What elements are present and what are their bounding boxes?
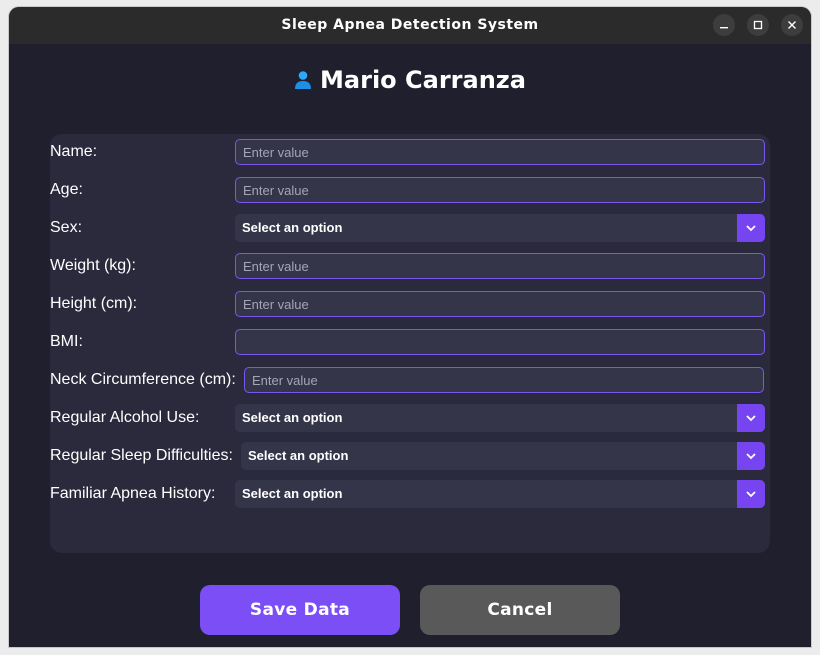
alcohol-use-label: Regular Alcohol Use:: [50, 409, 200, 426]
age-label: Age:: [50, 181, 83, 198]
title-bar[interactable]: Sleep Apnea Detection System: [9, 7, 811, 44]
maximize-icon: [753, 20, 763, 30]
sex-select-value: Select an option: [242, 220, 343, 235]
sleep-difficulties-select-arrow[interactable]: [737, 442, 765, 470]
apnea-history-select-value: Select an option: [242, 486, 343, 501]
sleep-difficulties-label: Regular Sleep Difficulties:: [50, 447, 233, 464]
bmi-label: BMI:: [50, 333, 83, 350]
chevron-down-icon: [746, 453, 756, 460]
sex-select[interactable]: Select an option: [235, 214, 765, 242]
close-icon: [788, 21, 796, 29]
app-window: Sleep Apnea Detection System Mario Carra…: [9, 7, 811, 647]
cancel-button[interactable]: Cancel: [420, 585, 620, 635]
maximize-button[interactable]: [747, 14, 769, 36]
profile-header: Mario Carranza: [9, 65, 811, 95]
alcohol-use-select[interactable]: Select an option: [235, 404, 765, 432]
chevron-down-icon: [746, 225, 756, 232]
name-label: Name:: [50, 143, 98, 160]
user-name: Mario Carranza: [320, 66, 526, 94]
apnea-history-select-arrow[interactable]: [737, 480, 765, 508]
minimize-button[interactable]: [713, 14, 735, 36]
alcohol-use-select-arrow[interactable]: [737, 404, 765, 432]
sleep-difficulties-select-value: Select an option: [248, 448, 349, 463]
height-field[interactable]: [235, 291, 765, 317]
save-data-button[interactable]: Save Data: [200, 585, 400, 635]
weight-label: Weight (kg):: [50, 257, 136, 274]
weight-field[interactable]: [235, 253, 765, 279]
chevron-down-icon: [746, 491, 756, 498]
sleep-difficulties-select[interactable]: Select an option: [241, 442, 765, 470]
apnea-history-label: Familiar Apnea History:: [50, 485, 216, 502]
user-icon: [295, 71, 312, 89]
sex-label: Sex:: [50, 219, 83, 236]
sex-select-arrow[interactable]: [737, 214, 765, 242]
neck-circumference-label: Neck Circumference (cm):: [50, 371, 236, 388]
name-field[interactable]: [235, 139, 765, 165]
apnea-history-select[interactable]: Select an option: [235, 480, 765, 508]
window-title: Sleep Apnea Detection System: [281, 17, 539, 33]
close-button[interactable]: [781, 14, 803, 36]
age-field[interactable]: [235, 177, 765, 203]
bmi-field[interactable]: [235, 329, 765, 355]
neck-circumference-field[interactable]: [244, 367, 764, 393]
height-label: Height (cm):: [50, 295, 138, 312]
chevron-down-icon: [746, 415, 756, 422]
alcohol-use-select-value: Select an option: [242, 410, 343, 425]
minimize-icon: [720, 27, 728, 29]
